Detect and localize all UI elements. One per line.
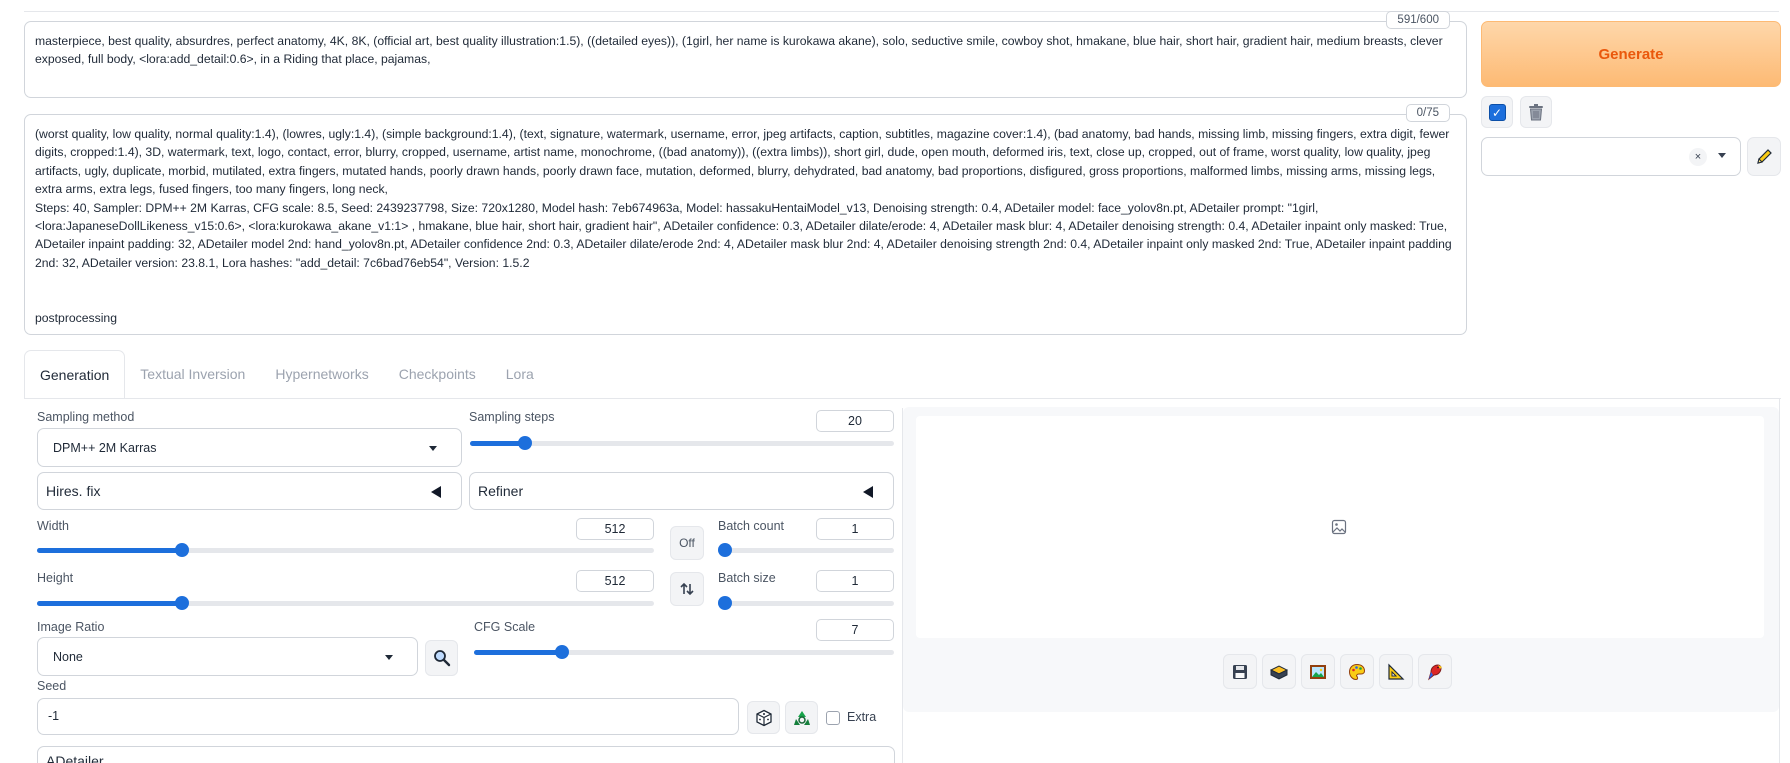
collapse-arrow-icon xyxy=(863,486,873,498)
generate-button[interactable]: Generate xyxy=(1481,21,1781,87)
image-placeholder-icon xyxy=(1331,519,1347,535)
batch-size-slider[interactable] xyxy=(718,596,894,610)
swap-dimensions-button[interactable] xyxy=(670,572,704,606)
image-ratio-label: Image Ratio xyxy=(37,620,105,634)
triangular-ruler-icon xyxy=(1388,663,1405,680)
sampling-steps-slider[interactable] xyxy=(470,436,894,450)
tab-hypernetworks[interactable]: Hypernetworks xyxy=(260,350,383,398)
sampling-method-label: Sampling method xyxy=(37,410,135,424)
hires-fix-accordion[interactable]: Hires. fix xyxy=(37,472,462,510)
save-button[interactable] xyxy=(1223,654,1257,689)
tab-textual-inversion[interactable]: Textual Inversion xyxy=(125,350,260,398)
tab-divider xyxy=(24,398,1781,399)
seed-input[interactable]: -1 xyxy=(37,698,739,735)
batch-count-input[interactable]: 1 xyxy=(816,518,894,540)
refiner-accordion[interactable]: Refiner xyxy=(469,472,894,510)
batch-size-input[interactable]: 1 xyxy=(816,570,894,592)
zip-button[interactable] xyxy=(1262,654,1296,689)
floppy-disk-icon xyxy=(1233,664,1247,679)
top-divider xyxy=(24,11,1779,12)
send-to-extras-button[interactable] xyxy=(1379,654,1413,689)
chevron-down-icon xyxy=(429,445,437,451)
pencil-icon xyxy=(1757,148,1772,164)
slider-thumb[interactable] xyxy=(718,596,732,610)
sampling-method-select[interactable]: DPM++ 2M Karras xyxy=(37,428,462,467)
batch-count-label: Batch count xyxy=(718,519,785,533)
slider-thumb[interactable] xyxy=(518,436,533,450)
reuse-seed-button[interactable] xyxy=(785,701,818,734)
collapse-arrow-icon xyxy=(431,486,441,498)
cfg-scale-input[interactable]: 7 xyxy=(816,619,894,641)
width-slider[interactable] xyxy=(37,543,654,557)
styles-dropdown[interactable]: × xyxy=(1481,137,1741,176)
sampling-steps-input[interactable]: 20 xyxy=(816,410,894,432)
parrot-icon xyxy=(1428,663,1442,680)
apply-checkbox-button[interactable]: ✓ xyxy=(1481,96,1513,128)
seed-label: Seed xyxy=(37,679,67,693)
hires-fix-label: Hires. fix xyxy=(46,483,101,499)
image-gallery xyxy=(916,416,1764,638)
adetailer-accordion[interactable]: ADetailer xyxy=(37,746,895,763)
batch-count-slider[interactable] xyxy=(718,543,894,557)
refiner-label: Refiner xyxy=(478,483,524,499)
trash-icon xyxy=(1529,103,1543,120)
sampling-method-value: DPM++ 2M Karras xyxy=(53,440,157,455)
width-label: Width xyxy=(37,519,69,533)
slider-thumb[interactable] xyxy=(718,543,732,557)
slider-thumb[interactable] xyxy=(174,596,189,610)
send-to-inpaint-button[interactable] xyxy=(1340,654,1374,689)
slider-thumb[interactable] xyxy=(174,543,189,557)
cfg-scale-slider[interactable] xyxy=(474,645,894,659)
dice-icon xyxy=(755,709,772,726)
clear-x-icon[interactable]: × xyxy=(1689,148,1707,166)
main-tabs: Generation Textual Inversion Hypernetwor… xyxy=(24,350,549,399)
framed-picture-icon xyxy=(1310,664,1326,679)
negative-prompt-text[interactable]: (worst quality, low quality, normal qual… xyxy=(25,115,1466,337)
negative-token-counter: 0/75 xyxy=(1405,104,1450,122)
height-slider[interactable] xyxy=(37,596,654,610)
random-seed-button[interactable] xyxy=(747,701,780,734)
slider-thumb[interactable] xyxy=(555,645,570,659)
positive-prompt-text[interactable]: masterpiece, best quality, absurdres, pe… xyxy=(25,22,1466,79)
recycle-icon xyxy=(793,710,810,725)
height-label: Height xyxy=(37,571,74,585)
image-ratio-select[interactable]: None xyxy=(37,637,418,676)
magnifier-icon xyxy=(433,650,450,667)
negative-prompt-textarea[interactable]: (worst quality, low quality, normal qual… xyxy=(24,104,1467,337)
positive-token-counter: 591/600 xyxy=(1386,11,1450,29)
chevron-down-icon xyxy=(1718,153,1726,158)
height-input[interactable]: 512 xyxy=(576,570,654,592)
palette-icon xyxy=(1348,663,1366,680)
chevron-down-icon xyxy=(385,654,393,660)
send-to-parrot-button[interactable] xyxy=(1418,654,1452,689)
positive-prompt-textarea[interactable]: masterpiece, best quality, absurdres, pe… xyxy=(24,11,1467,98)
width-input[interactable]: 512 xyxy=(576,518,654,540)
cfg-scale-label: CFG Scale xyxy=(474,620,536,634)
tab-generation[interactable]: Generation xyxy=(24,350,126,399)
sampling-steps-label: Sampling steps xyxy=(469,410,555,424)
edit-styles-button[interactable] xyxy=(1747,137,1781,176)
extra-checkbox[interactable] xyxy=(826,711,840,725)
off-toggle-button[interactable]: Off xyxy=(670,526,704,560)
image-ratio-value: None xyxy=(53,649,83,664)
check-icon: ✓ xyxy=(1488,103,1506,121)
ratio-search-button[interactable] xyxy=(425,640,458,676)
extra-label: Extra xyxy=(847,710,877,724)
tab-lora[interactable]: Lora xyxy=(491,350,549,398)
panel-border xyxy=(1779,398,1780,763)
batch-size-label: Batch size xyxy=(718,571,776,585)
clear-prompt-button[interactable] xyxy=(1520,96,1552,128)
adetailer-label: ADetailer xyxy=(46,753,104,763)
archive-box-icon xyxy=(1270,664,1288,680)
tab-checkpoints[interactable]: Checkpoints xyxy=(384,350,491,398)
swap-arrows-icon xyxy=(680,582,694,596)
send-to-img2img-button[interactable] xyxy=(1301,654,1335,689)
